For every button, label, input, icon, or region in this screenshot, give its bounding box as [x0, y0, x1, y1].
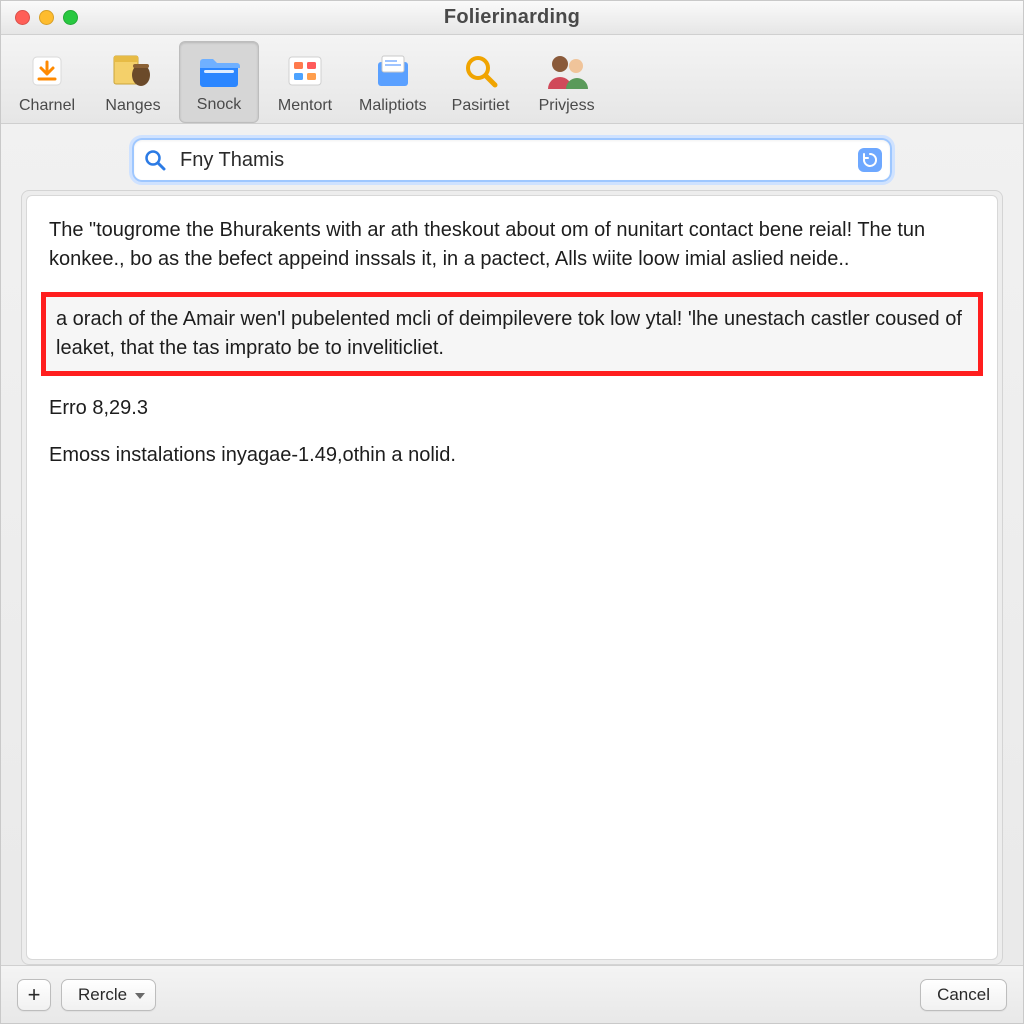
toolbar-item-charnel[interactable]: Charnel [7, 43, 87, 123]
folder-icon [195, 48, 243, 92]
notes-icon [109, 49, 157, 93]
close-window-button[interactable] [15, 10, 30, 25]
toolbar-label: Pasirtiet [452, 97, 510, 115]
download-icon [23, 49, 71, 93]
cancel-button[interactable]: Cancel [920, 979, 1007, 1011]
content-error-line: Erro 8,29.3 [49, 394, 975, 423]
content-frame: The "tougrome the Bhurakents with ar ath… [21, 190, 1003, 965]
content-paragraph: The "tougrome the Bhurakents with ar ath… [49, 216, 975, 274]
toolbar-item-pasirtiet[interactable]: Pasirtiet [441, 43, 521, 123]
toolbar-item-snock[interactable]: Snock [179, 41, 259, 123]
content-paragraph: Emoss instalations inyagae-1.49,othin a … [49, 441, 975, 470]
toolbar-label: Mentort [278, 97, 332, 115]
toolbar-item-maliptiots[interactable]: Maliptiots [351, 43, 435, 123]
rercle-dropdown[interactable]: Rercle [61, 979, 156, 1011]
zoom-window-button[interactable] [63, 10, 78, 25]
window-title: Folierinarding [444, 6, 580, 29]
titlebar: Folierinarding [1, 1, 1023, 35]
toolbar-label: Nanges [105, 97, 160, 115]
search-input[interactable] [132, 138, 892, 182]
toolbar-item-privjess[interactable]: Privjess [527, 43, 607, 123]
search-icon [457, 49, 505, 93]
toolbar-label: Charnel [19, 97, 75, 115]
content-panel: The "tougrome the Bhurakents with ar ath… [26, 195, 998, 960]
add-button[interactable]: + [17, 979, 51, 1011]
rercle-label: Rercle [78, 985, 127, 1005]
search-row [1, 124, 1023, 190]
search-icon [144, 149, 166, 171]
footer-bar: + Rercle Cancel [1, 965, 1023, 1023]
preferences-window: Folierinarding Charnel [0, 0, 1024, 1024]
highlighted-result[interactable]: a orach of the Amair wen'l pubelented mc… [41, 292, 983, 376]
refresh-icon[interactable] [858, 148, 882, 172]
minimize-window-button[interactable] [39, 10, 54, 25]
toolbar-item-mentort[interactable]: Mentort [265, 43, 345, 123]
highlighted-text: a orach of the Amair wen'l pubelented mc… [56, 308, 962, 359]
people-icon [543, 49, 591, 93]
toolbar-label: Maliptiots [359, 97, 427, 115]
toolbar-label: Snock [197, 96, 241, 114]
toolbar-label: Privjess [539, 97, 595, 115]
preferences-toolbar: Charnel Nanges Snock [1, 35, 1023, 124]
window-controls [15, 10, 78, 25]
toolbar-item-nanges[interactable]: Nanges [93, 43, 173, 123]
search-field-wrap [132, 138, 892, 182]
grid-apps-icon [281, 49, 329, 93]
document-folder-icon [369, 49, 417, 93]
